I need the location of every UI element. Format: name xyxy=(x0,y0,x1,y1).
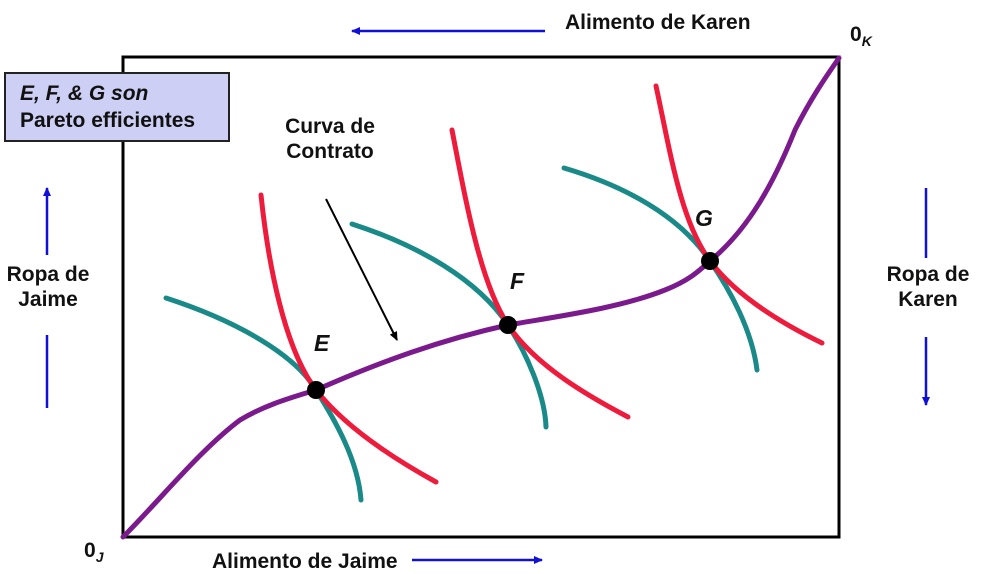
jaime-indifference-curve-e xyxy=(163,295,364,503)
point-g-label: G xyxy=(695,205,713,231)
contract-curve-label: Curva de Contrato xyxy=(268,114,392,164)
origin-karen-subscript: K xyxy=(861,33,872,50)
karen-indifference-curve-e xyxy=(258,192,439,485)
jaime-indifference-curve-g xyxy=(561,165,760,373)
point-e-label: E xyxy=(314,330,330,356)
contract-curve-pointer-arrow xyxy=(325,198,398,341)
point-f-dot xyxy=(499,316,517,334)
karen-clothing-label: Ropa de Karen xyxy=(876,262,980,312)
jaime-clothing-label-line2: Jaime xyxy=(18,288,78,312)
point-e-dot xyxy=(307,381,325,399)
pareto-efficiency-note: E, F, & G son Pareto efficientes xyxy=(4,72,230,142)
karen-clothing-label-line2: Karen xyxy=(898,288,958,312)
pareto-note-line2: Pareto efficientes xyxy=(20,109,196,133)
jaime-clothing-label-line1: Ropa de xyxy=(6,263,90,286)
point-f-label: F xyxy=(510,268,525,294)
origin-karen-zero: 0 xyxy=(850,23,862,46)
origin-jaime-subscript: J xyxy=(95,549,104,566)
point-g-dot xyxy=(701,252,719,270)
jaime-food-label: Alimento de Jaime xyxy=(212,550,398,573)
jaime-clothing-label: Ropa de Jaime xyxy=(0,262,98,312)
origin-jaime-label: 0J xyxy=(84,538,103,566)
contract-curve-label-line1: Curva de xyxy=(285,115,375,138)
contract-curve-label-line2: Contrato xyxy=(286,140,374,164)
karen-food-label: Alimento de Karen xyxy=(565,11,751,34)
karen-indifference-curve-f xyxy=(449,127,631,420)
origin-karen-label: 0K xyxy=(850,22,872,50)
origin-jaime-zero: 0 xyxy=(84,539,96,562)
karen-clothing-label-line1: Ropa de xyxy=(886,263,970,286)
pareto-note-line1: E, F, & G son xyxy=(20,82,149,105)
